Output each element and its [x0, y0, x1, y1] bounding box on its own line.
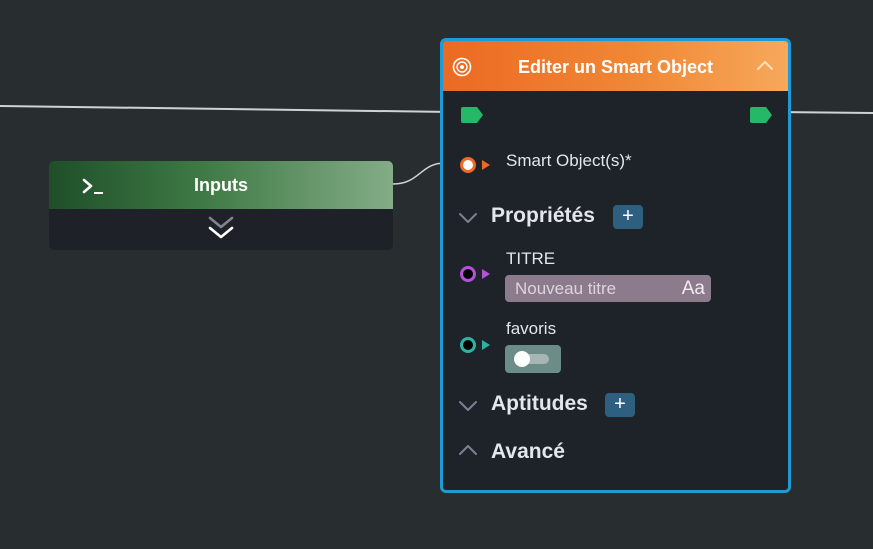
smart-object-input-port[interactable]: [460, 157, 476, 173]
chevron-up-icon[interactable]: [756, 59, 774, 71]
smart-node-title: Editer un Smart Object: [517, 57, 714, 77]
smart-object-input-label: Smart Object(s)*: [506, 151, 632, 170]
double-chevron-down-icon[interactable]: [206, 214, 236, 244]
titre-input-port[interactable]: [460, 266, 476, 282]
toggle-knob[interactable]: [514, 351, 530, 367]
chevron-down-icon[interactable]: [457, 399, 479, 413]
port-arrow-icon: [482, 160, 490, 170]
edit-smart-object-node[interactable]: Editer un Smart Object Smart Object(s)* …: [440, 38, 791, 493]
add-property-button[interactable]: +: [613, 205, 643, 229]
port-arrow-icon: [482, 269, 490, 279]
titre-placeholder: Nouveau titre: [515, 279, 617, 298]
exec-out-port[interactable]: [749, 106, 773, 124]
section-aptitudes[interactable]: Aptitudes: [491, 392, 588, 416]
section-proprietes[interactable]: Propriétés: [491, 204, 595, 228]
text-type-icon: Aa: [681, 278, 705, 299]
inputs-node-header[interactable]: Inputs: [49, 161, 393, 209]
inputs-node-title: Inputs: [194, 175, 248, 195]
favoris-toggle[interactable]: [505, 345, 561, 373]
favoris-input-port[interactable]: [460, 337, 476, 353]
titre-text-field[interactable]: Nouveau titre Aa: [505, 275, 711, 302]
port-arrow-icon: [482, 340, 490, 350]
exec-wire-in: [0, 105, 453, 113]
favoris-label: favoris: [506, 319, 557, 338]
inputs-node[interactable]: Inputs: [49, 161, 393, 250]
titre-label: TITRE: [506, 249, 556, 268]
section-avance[interactable]: Avancé: [491, 440, 565, 464]
chevron-up-icon[interactable]: [457, 443, 479, 457]
exec-in-port[interactable]: [460, 106, 484, 124]
add-aptitude-button[interactable]: +: [605, 393, 635, 417]
chevron-down-icon[interactable]: [457, 211, 479, 225]
smart-node-header[interactable]: Editer un Smart Object: [443, 41, 788, 91]
